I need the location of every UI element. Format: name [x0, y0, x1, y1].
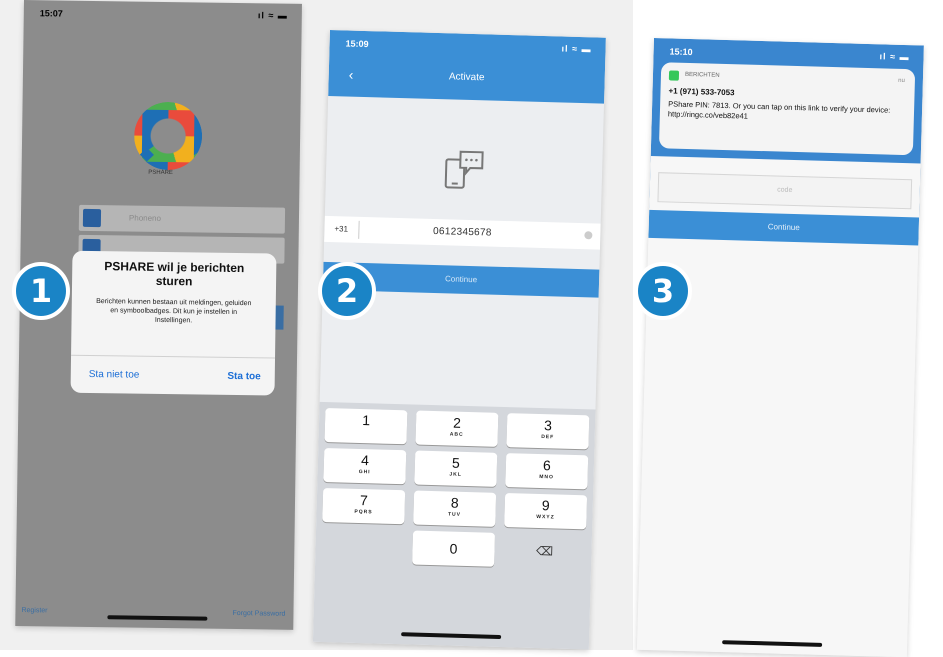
key-7[interactable]: 7PQRS: [322, 488, 405, 524]
phone-message-icon: [442, 147, 487, 192]
phone-screen-1: 15:07 ıl ≈ ▬ PSHARE Phoneno PSHARE wil j…: [15, 0, 302, 630]
key-letters: DEF: [507, 432, 589, 442]
key-digit: 0: [412, 540, 494, 558]
dialog-divider: [71, 355, 275, 359]
key-6[interactable]: 6MNO: [505, 453, 588, 489]
signal-wifi-battery-icon: ıl ≈ ▬: [258, 10, 288, 20]
phone-number-value[interactable]: 0612345678: [324, 223, 600, 242]
notification-permission-dialog: PSHARE wil je berichten sturen Berichten…: [71, 251, 277, 396]
key-5[interactable]: 5JKL: [414, 451, 497, 487]
key-letters: TUV: [413, 510, 495, 520]
backspace-icon[interactable]: ⌫: [503, 533, 586, 569]
key-letters: GHI: [324, 467, 406, 477]
forgot-password-link[interactable]: Forgot Password: [232, 610, 285, 618]
key-4[interactable]: 4GHI: [323, 448, 406, 484]
key-letters: MNO: [506, 472, 588, 482]
key-letters: WXYZ: [504, 512, 586, 522]
key-letters: ABC: [416, 430, 498, 440]
notification-body: PShare PIN: 7813. Or you can tap on this…: [668, 99, 906, 126]
notification-time: nu: [898, 78, 905, 84]
page-title: Activate: [329, 68, 605, 87]
numeric-keypad: 1 2ABC 3DEF 4GHI 5JKL 6MNO 7PQRS 8TUV 9W…: [313, 402, 596, 650]
key-letters: PQRS: [322, 507, 404, 517]
logo-caption: PSHARE: [22, 168, 300, 178]
key-8[interactable]: 8TUV: [413, 491, 496, 527]
phone-input[interactable]: Phoneno: [79, 205, 285, 234]
dialog-message: Berichten kunnen bestaan uit meldingen, …: [71, 297, 275, 327]
key-letters: JKL: [415, 470, 497, 480]
home-indicator: [107, 615, 207, 620]
step-badge-2: 2: [318, 262, 376, 320]
status-time: 15:10: [669, 46, 692, 57]
signal-wifi-battery-icon: ıl ≈ ▬: [561, 43, 591, 54]
status-time: 15:07: [40, 8, 63, 18]
signal-wifi-battery-icon: ıl ≈ ▬: [879, 51, 909, 62]
key-1[interactable]: 1: [324, 408, 407, 444]
deny-button[interactable]: Sta niet toe: [89, 369, 140, 381]
step-badge-3: 3: [634, 262, 692, 320]
user-icon: [83, 209, 101, 227]
phone-screen-3: 15:10 ıl ≈ ▬ BERICHTEN nu +1 (971) 533-7…: [637, 38, 924, 657]
status-bar: 15:07 ıl ≈ ▬: [24, 0, 302, 26]
key-3[interactable]: 3DEF: [506, 413, 589, 449]
nav-header: 15:09 ıl ≈ ▬ ‹ Activate: [328, 30, 606, 104]
messages-app-icon: [669, 70, 679, 80]
phone-input-placeholder: Phoneno: [129, 213, 161, 222]
step-badge-1: 1: [12, 262, 70, 320]
dialog-title: PSHARE wil je berichten sturen: [72, 259, 276, 290]
key-9[interactable]: 9WXYZ: [504, 493, 587, 529]
notification-sender: +1 (971) 533-7053: [668, 86, 734, 97]
sms-notification[interactable]: BERICHTEN nu +1 (971) 533-7053 PShare PI…: [659, 62, 915, 155]
status-time: 15:09: [345, 38, 368, 49]
allow-button[interactable]: Sta toe: [227, 371, 260, 382]
phone-screen-2: 15:09 ıl ≈ ▬ ‹ Activate +31 0612345678 C…: [313, 30, 606, 649]
phone-number-field[interactable]: +31 0612345678: [324, 216, 601, 250]
home-indicator: [401, 632, 501, 639]
key-2[interactable]: 2ABC: [415, 411, 498, 447]
notification-app-name: BERICHTEN: [685, 72, 720, 79]
key-digit: 1: [325, 411, 407, 429]
pshare-logo-icon: [134, 102, 203, 171]
register-link[interactable]: Register: [21, 607, 47, 614]
key-0[interactable]: 0: [412, 531, 495, 567]
